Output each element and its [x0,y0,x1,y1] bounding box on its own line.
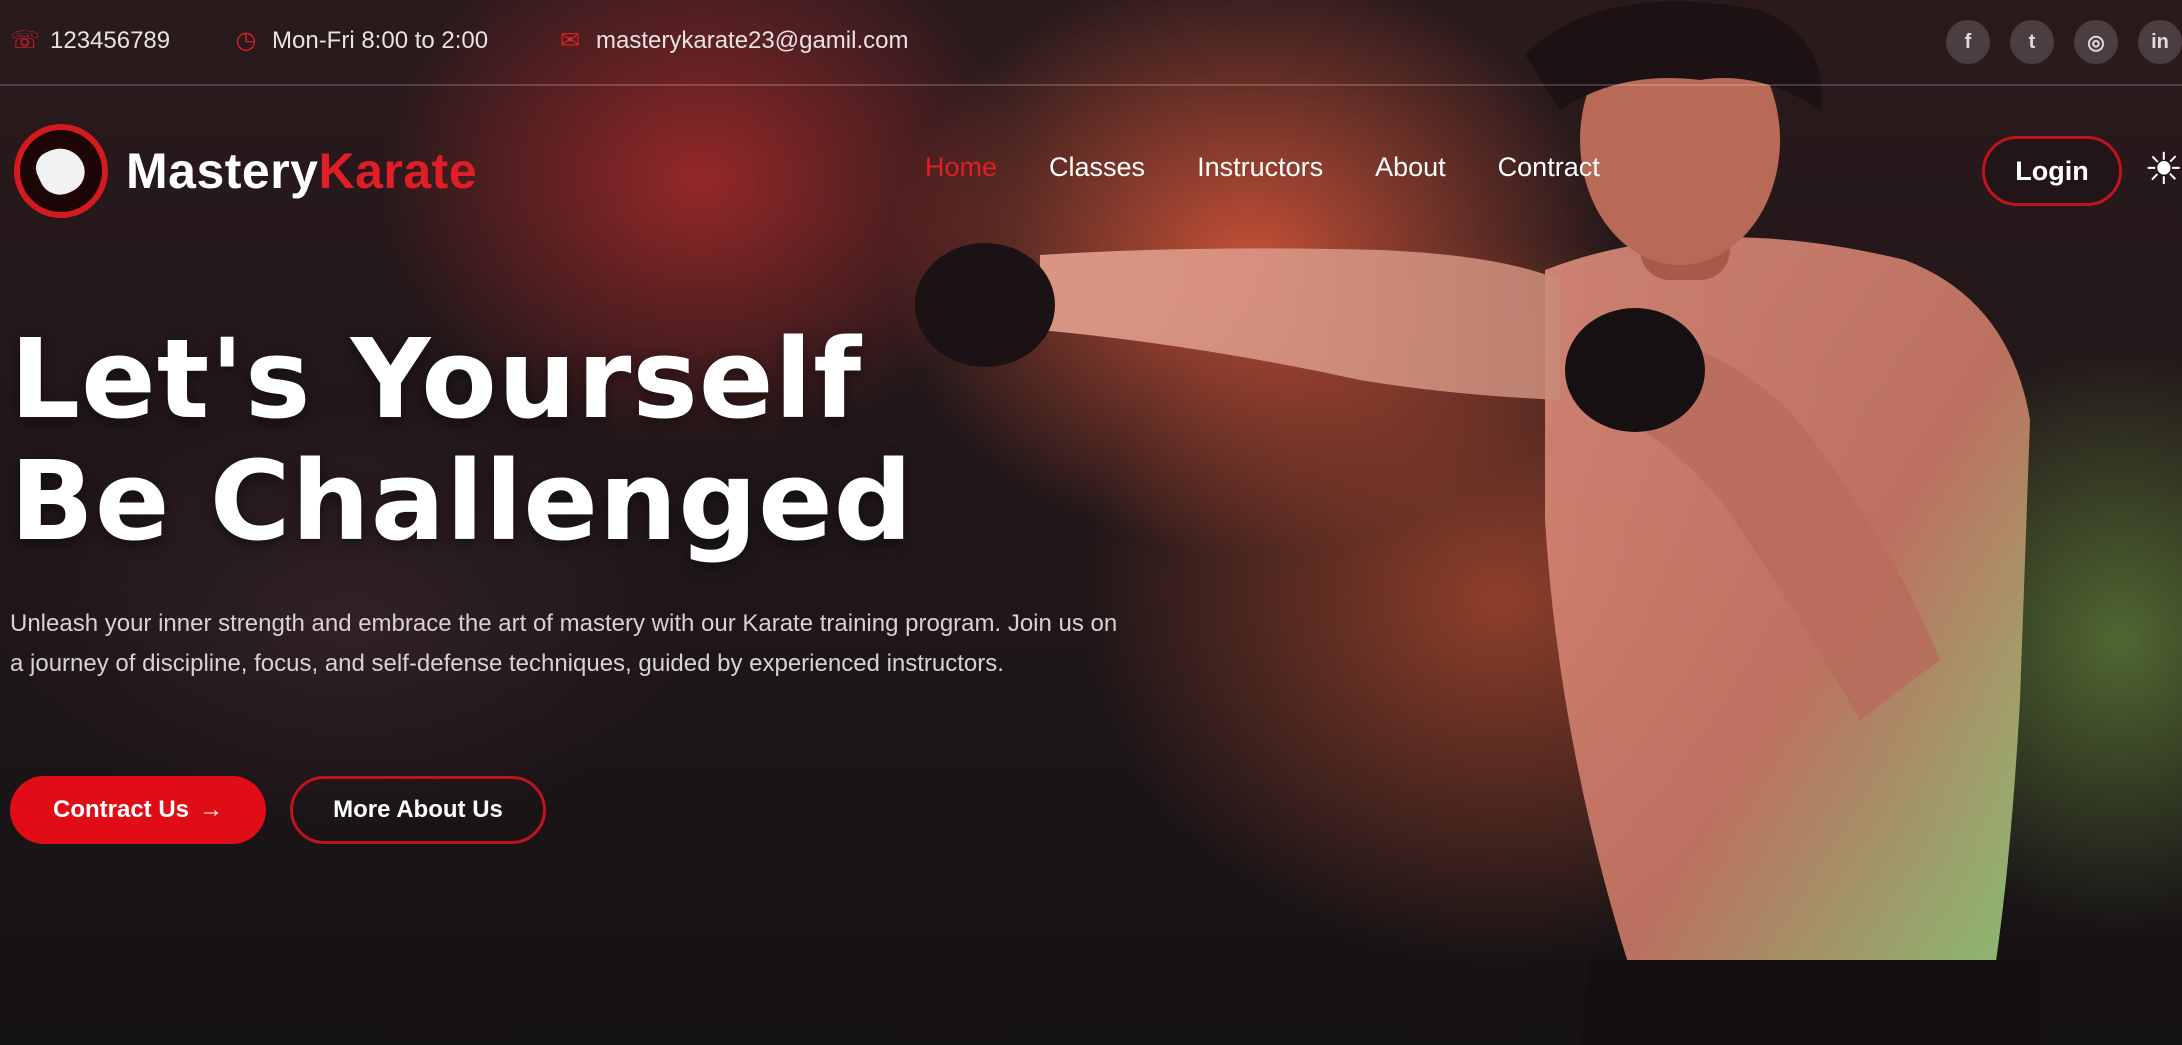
arrow-right-icon: → [199,796,224,823]
top-info-bar: ☏ 123456789 ◷ Mon-Fri 8:00 to 2:00 ✉ mas… [0,0,2182,86]
clock-icon: ◷ [235,27,257,54]
headline-line-1: Let's Yourself [10,315,863,443]
instagram-icon[interactable]: ◎ [2074,20,2118,64]
email-address: masterykarate23@gamil.com [596,26,909,54]
contract-us-label: Contract Us [52,796,190,823]
hero-headline: Let's Yourself Be Challenged [10,318,913,562]
social-links: f t ◎ in [1946,20,2182,64]
headline-line-2: Be Challenged [10,437,914,565]
linkedin-icon[interactable]: in [2138,20,2182,64]
nav-classes[interactable]: Classes [1049,152,1145,183]
nav-about[interactable]: About [1375,152,1446,183]
fighter-rear-arm [1600,330,1940,720]
nav-instructors[interactable]: Instructors [1197,152,1323,183]
fighter-rear-glove [1565,308,1705,432]
opening-hours: Mon-Fri 8:00 to 2:00 [272,26,489,54]
brand-name: MasteryKarate [126,143,478,199]
nav-contract[interactable]: Contract [1498,152,1600,183]
brand-logo[interactable]: MasteryKarate [14,124,477,218]
twitter-icon[interactable]: t [2010,20,2054,64]
hero-section: ☏ 123456789 ◷ Mon-Fri 8:00 to 2:00 ✉ mas… [0,0,2182,1045]
facebook-icon[interactable]: f [1946,20,1990,64]
fighter-arm [1040,248,1560,400]
main-nav: Home Classes Instructors About Contract [925,152,1600,183]
karate-logo-icon [14,124,108,218]
headset-icon: ☏ [10,27,41,54]
phone-number: 123456789 [50,26,171,54]
hours-contact: ◷ Mon-Fri 8:00 to 2:00 [232,26,489,55]
login-button[interactable]: Login [1982,136,2122,206]
contract-us-button[interactable]: Contract Us → [10,776,266,844]
hero-description: Unleash your inner strength and embrace … [10,610,1118,677]
phone-contact[interactable]: ☏ 123456789 [10,26,170,55]
fighter-glove [915,243,1055,367]
nav-home[interactable]: Home [925,152,997,183]
mail-icon: ✉ [559,27,581,54]
fighter-torso [1545,237,2030,1001]
email-contact[interactable]: ✉ masterykarate23@gamil.com [556,26,909,55]
sun-icon[interactable]: ☀ [2144,148,2182,192]
more-about-us-button[interactable]: More About Us [290,776,546,844]
